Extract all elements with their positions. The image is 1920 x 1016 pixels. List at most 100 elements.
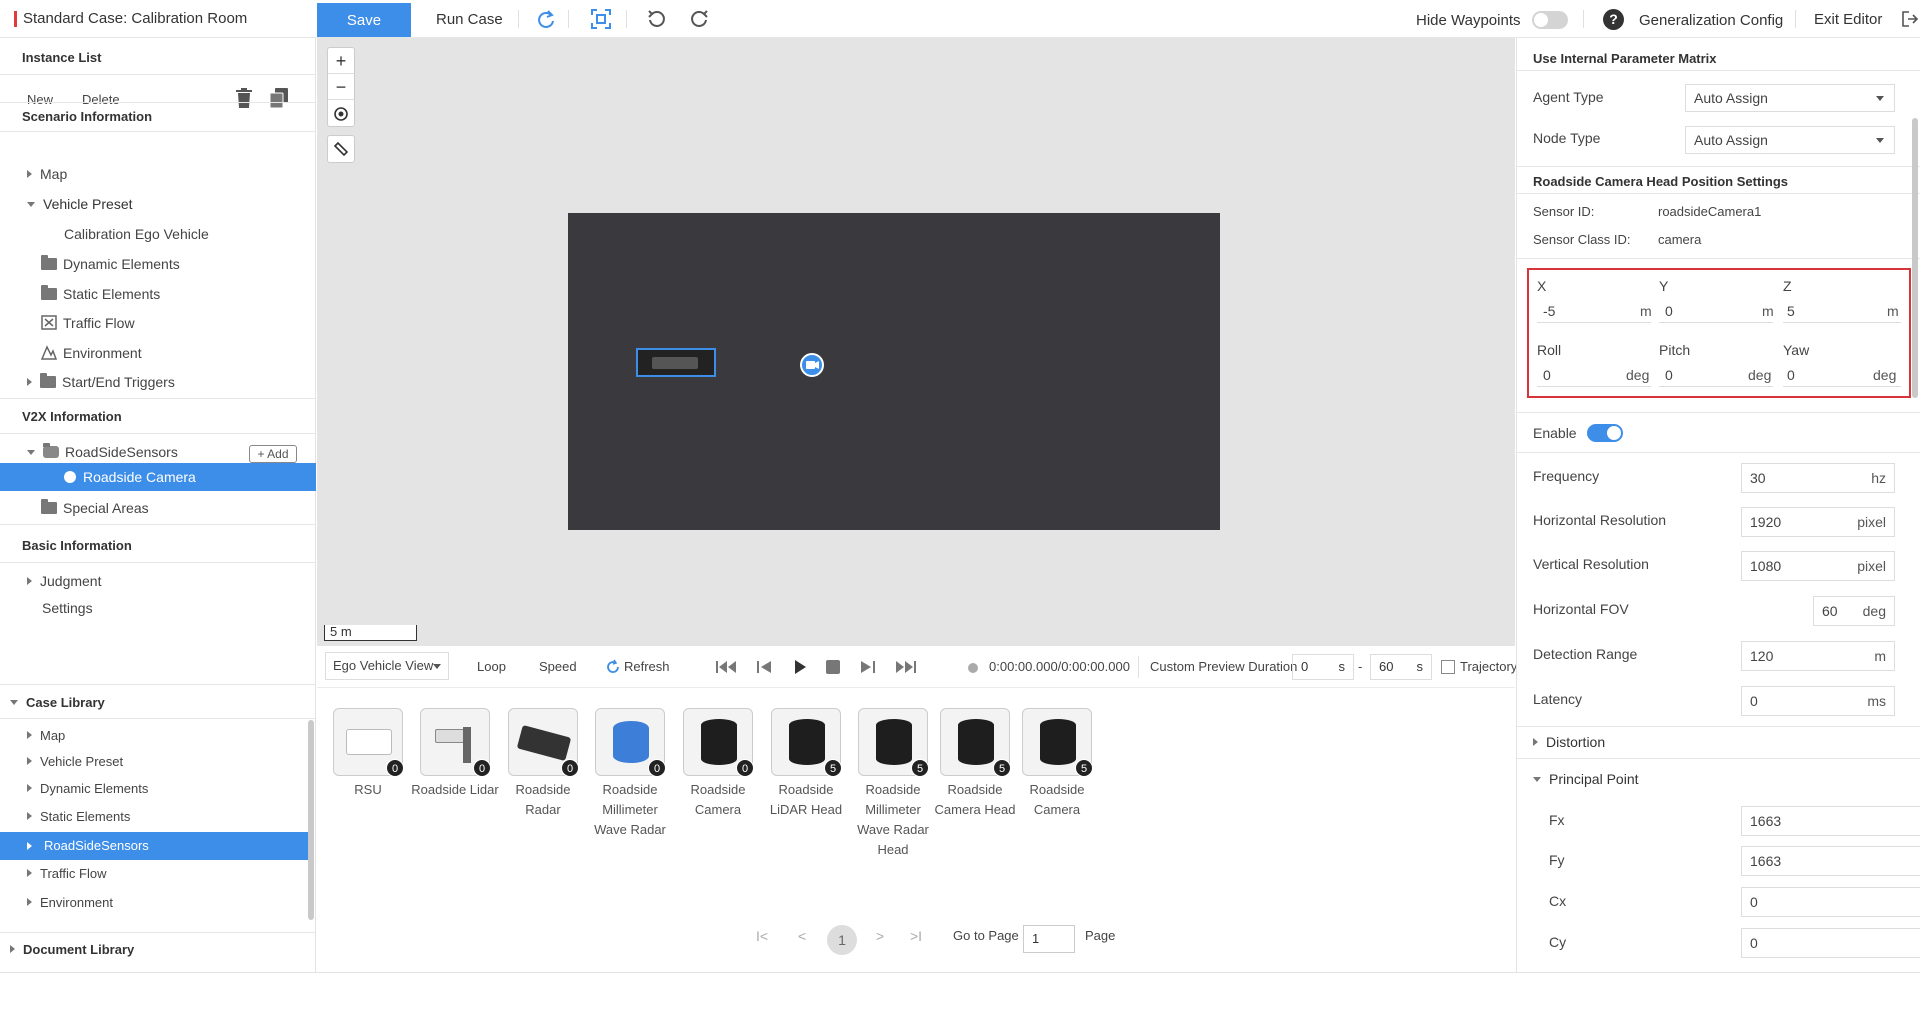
first-page-button[interactable]: I< <box>756 928 768 944</box>
library-tile-roadside-lidar[interactable]: 0 <box>420 708 491 777</box>
step-back-icon[interactable] <box>755 659 775 675</box>
exit-editor-button[interactable]: Exit Editor <box>1814 11 1919 28</box>
save-button[interactable]: Save <box>317 3 411 37</box>
next-page-button[interactable]: > <box>876 928 884 944</box>
refresh-icon <box>607 659 619 673</box>
horizontal-resolution-input[interactable]: 1920 pixel <box>1741 507 1895 537</box>
library-tile-roadside-camera[interactable]: 0 <box>683 708 754 777</box>
left-scrollbar[interactable] <box>308 720 314 920</box>
roll-input[interactable]: 0 <box>1543 367 1551 383</box>
distortion-section[interactable]: Distortion <box>1533 734 1605 750</box>
hide-waypoints-toggle[interactable] <box>1532 11 1568 29</box>
tree-item-dynamic-elements[interactable]: Dynamic Elements <box>41 255 180 272</box>
skip-start-icon[interactable] <box>715 659 739 675</box>
node-type-select[interactable]: Auto Assign <box>1685 126 1895 154</box>
tree-item-vehicle-preset[interactable]: Vehicle Preset <box>27 196 133 212</box>
library-item-dynamic-elements[interactable]: Dynamic Elements <box>27 781 148 796</box>
horizontal-fov-input[interactable]: 60 deg <box>1813 596 1895 626</box>
tile-label: RSU <box>354 782 382 797</box>
tree-item-traffic-flow[interactable]: Traffic Flow <box>41 315 135 331</box>
play-icon[interactable] <box>791 658 809 676</box>
pitch-input[interactable]: 0 <box>1665 367 1673 383</box>
tree-item-roadside-camera[interactable]: Roadside Camera <box>0 463 316 491</box>
zoom-in-button[interactable]: + <box>328 48 354 74</box>
speed-button[interactable]: Speed <box>539 659 577 674</box>
tree-item-settings[interactable]: Settings <box>42 600 93 616</box>
rotate-right-icon[interactable] <box>688 8 710 30</box>
library-item-map[interactable]: Map <box>27 728 65 743</box>
scene-canvas[interactable]: + − 5 m <box>317 38 1515 646</box>
tree-item-roadside-sensors[interactable]: RoadSideSensors <box>27 443 178 460</box>
agent-type-select[interactable]: Auto Assign <box>1685 84 1895 112</box>
current-page[interactable]: 1 <box>827 925 857 955</box>
new-button[interactable]: New <box>27 92 53 107</box>
redo-icon[interactable] <box>535 8 557 30</box>
run-case-button[interactable]: Run Case <box>436 11 503 28</box>
z-input[interactable]: 5 <box>1787 303 1795 319</box>
roadside-camera-marker[interactable] <box>800 353 824 377</box>
library-item-static-elements[interactable]: Static Elements <box>27 809 130 824</box>
tree-item-ego-vehicle[interactable]: Calibration Ego Vehicle <box>64 226 209 242</box>
help-icon[interactable]: ? <box>1603 9 1624 30</box>
library-item-traffic-flow[interactable]: Traffic Flow <box>27 866 106 881</box>
step-forward-icon[interactable] <box>857 659 877 675</box>
library-tile-lidar-head[interactable]: 5 <box>771 708 842 777</box>
right-scrollbar[interactable] <box>1912 118 1918 398</box>
cx-input[interactable]: 0 <box>1741 887 1920 917</box>
prev-page-button[interactable]: < <box>798 928 806 944</box>
tree-item-special-areas[interactable]: Special Areas <box>41 499 149 516</box>
copy-icon[interactable] <box>270 88 288 108</box>
loop-button[interactable]: Loop <box>477 659 506 674</box>
status-dot <box>968 663 978 673</box>
enable-toggle[interactable] <box>1587 424 1623 442</box>
library-item-roadside-sensors[interactable]: RoadSideSensors <box>0 832 308 860</box>
library-tile-roadside-camera-2[interactable]: 5 <box>1022 708 1093 777</box>
y-input[interactable]: 0 <box>1665 303 1673 319</box>
fy-input[interactable]: 1663 <box>1741 846 1920 876</box>
tree-item-judgment[interactable]: Judgment <box>27 573 101 589</box>
measure-button[interactable] <box>327 135 355 163</box>
preview-start-input[interactable]: 0s <box>1292 654 1354 680</box>
add-sensor-button[interactable]: + Add <box>249 445 297 463</box>
tree-item-environment[interactable]: Environment <box>40 345 142 361</box>
document-library-heading[interactable]: Document Library <box>10 942 134 957</box>
tree-item-map[interactable]: Map <box>27 166 67 182</box>
library-tile-mmw-radar-head[interactable]: 5 <box>858 708 929 777</box>
go-to-page-input[interactable]: 1 <box>1023 925 1075 953</box>
library-tile-rsu[interactable]: 0 <box>333 708 404 777</box>
locate-button[interactable] <box>328 100 354 126</box>
delete-button[interactable]: Delete <box>82 92 120 107</box>
detection-range-input[interactable]: 120 m <box>1741 641 1895 671</box>
trash-icon[interactable] <box>235 88 253 108</box>
fit-view-icon[interactable] <box>590 8 612 30</box>
map-viewport[interactable] <box>568 213 1220 530</box>
library-tile-roadside-radar[interactable]: 0 <box>508 708 579 777</box>
x-input[interactable]: -5 <box>1543 303 1555 319</box>
latency-input[interactable]: 0 ms <box>1741 686 1895 716</box>
library-item-vehicle-preset[interactable]: Vehicle Preset <box>27 754 123 769</box>
frequency-input[interactable]: 30 hz <box>1741 463 1895 493</box>
generalization-config-button[interactable]: Generalization Config <box>1639 12 1783 29</box>
trajectory-checkbox[interactable] <box>1441 660 1455 674</box>
zoom-out-button[interactable]: − <box>328 74 354 100</box>
rotate-left-icon[interactable] <box>646 8 668 30</box>
vertical-resolution-input[interactable]: 1080 pixel <box>1741 551 1895 581</box>
ego-vehicle[interactable] <box>636 348 716 377</box>
refresh-button[interactable]: Refresh <box>605 659 670 675</box>
view-select[interactable]: Ego Vehicle View <box>325 652 449 680</box>
principal-point-section[interactable]: Principal Point <box>1533 771 1639 787</box>
library-tile-camera-head[interactable]: 5 <box>940 708 1011 777</box>
tree-item-start-end-triggers[interactable]: Start/End Triggers <box>27 373 175 390</box>
case-library-heading[interactable]: Case Library <box>10 695 105 710</box>
tree-item-static-elements[interactable]: Static Elements <box>41 285 160 302</box>
fx-input[interactable]: 1663 <box>1741 806 1920 836</box>
library-tile-millimeter-wave-radar[interactable]: 0 <box>595 708 666 777</box>
underline <box>1783 386 1901 387</box>
stop-icon[interactable] <box>825 659 841 675</box>
last-page-button[interactable]: >I <box>910 928 922 944</box>
cy-input[interactable]: 0 <box>1741 928 1920 958</box>
yaw-input[interactable]: 0 <box>1787 367 1795 383</box>
preview-end-input[interactable]: 60 s <box>1370 654 1432 680</box>
library-item-environment[interactable]: Environment <box>27 895 113 910</box>
skip-end-icon[interactable] <box>893 659 917 675</box>
